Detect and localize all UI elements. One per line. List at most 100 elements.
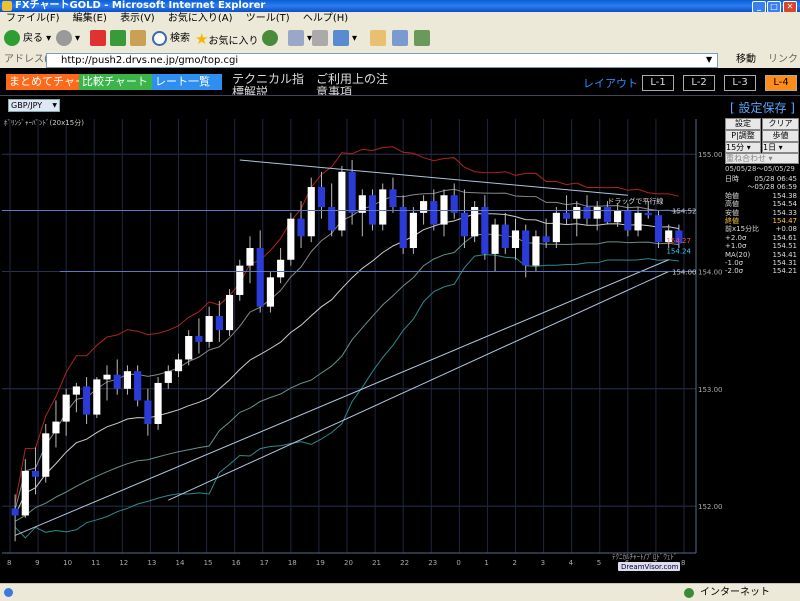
refresh-button[interactable]: [110, 30, 129, 48]
candle-body: [185, 336, 193, 360]
candle-body: [83, 386, 91, 415]
clear-button[interactable]: クリア: [762, 118, 799, 130]
candle-body: [72, 386, 80, 395]
search-button[interactable]: 検索: [152, 30, 190, 48]
refresh-icon: [110, 30, 126, 46]
candle-body: [573, 206, 581, 219]
candlestick-chart[interactable]: 155.00154.00153.00152.008 9 10 11 12 13 14 15 16…: [0, 115, 722, 571]
print-icon: [312, 30, 328, 46]
setting-button[interactable]: 設定: [725, 118, 761, 130]
address-bar: アドレス(D) http://push2.drvs.ne.jp/gmo/top.…: [0, 52, 800, 68]
indicator-label: ﾎﾞﾘﾝｼﾞｬｰﾊﾞﾝﾄﾞ(20x15分): [4, 118, 84, 127]
address-dropdown-icon[interactable]: ▼: [706, 52, 712, 68]
nav-matome-chart[interactable]: まとめてチャート: [6, 74, 80, 90]
candle-body: [644, 212, 652, 216]
range-select[interactable]: 1日 ▾: [762, 142, 799, 153]
history-icon: [262, 30, 278, 46]
candle-body: [501, 224, 509, 249]
candle-body: [379, 189, 387, 225]
forward-button[interactable]: ▾: [56, 30, 80, 48]
nav-hikaku-chart[interactable]: 比較チャート: [79, 74, 153, 90]
candle-body: [307, 187, 315, 237]
candle-body: [460, 212, 469, 237]
trendline-support: [14, 259, 669, 536]
currency-select[interactable]: GBP/JPY: [8, 99, 60, 112]
candle-body: [440, 195, 448, 225]
x-tick-label: 13: [147, 559, 156, 567]
candle-body: [399, 206, 407, 249]
nav-technical[interactable]: テクニカル指標解説: [232, 73, 308, 95]
messenger-button[interactable]: [392, 30, 411, 48]
links-button[interactable]: リンク: [768, 52, 798, 68]
edit-button[interactable]: ▾: [333, 30, 357, 48]
mail-button[interactable]: ▾: [288, 30, 312, 48]
toolbar: 戻る ▾ ▾ 検索 ★お気に入り ▾ ▾: [0, 26, 800, 53]
nav-rate-list[interactable]: レート一覧: [152, 74, 222, 90]
research-button[interactable]: [414, 30, 433, 48]
home-button[interactable]: [130, 30, 149, 48]
x-tick-label: 3: [541, 559, 545, 567]
x-tick-label: 0: [456, 559, 460, 567]
candle-body: [31, 470, 40, 477]
layout-l3-button[interactable]: L-3: [724, 75, 756, 91]
menu-file[interactable]: ファイル(F): [6, 13, 60, 24]
back-arrow-icon: [4, 30, 20, 46]
candle-body: [634, 212, 642, 231]
menu-tools[interactable]: ツール(T): [246, 13, 290, 24]
menu-view[interactable]: 表示(V): [120, 13, 155, 24]
menu-help[interactable]: ヘルプ(H): [303, 13, 348, 24]
research-icon: [414, 30, 430, 46]
x-tick-label: 19: [316, 559, 325, 567]
candle-body: [542, 236, 550, 243]
candle-body: [389, 189, 397, 207]
candle-body: [562, 212, 571, 219]
y-tick-label: 155.00: [698, 151, 722, 159]
tick-button[interactable]: 歩値: [762, 130, 799, 142]
stop-button[interactable]: [90, 30, 109, 48]
divider: [0, 95, 800, 96]
candle-body: [123, 371, 132, 389]
candle-body: [481, 206, 489, 254]
search-icon: [152, 30, 167, 46]
edit-icon: [333, 30, 349, 46]
candle-body: [174, 359, 183, 372]
history-button[interactable]: [262, 30, 281, 48]
candle-body: [420, 201, 428, 213]
ohlc-value: 154.21: [772, 267, 798, 276]
x-tick-label: 15: [204, 559, 213, 567]
pl-adjust-button[interactable]: P|調整: [725, 130, 761, 142]
go-button[interactable]: 移動: [736, 52, 756, 68]
title-bar: FXチャートGOLD - Microsoft Internet Explorer…: [0, 0, 800, 13]
overlay-select[interactable]: 重ね合わせ ▾: [725, 153, 799, 164]
candle-body: [205, 316, 213, 342]
ohlc-label: 高値: [725, 200, 739, 209]
candle-body: [21, 470, 29, 516]
menu-favorites[interactable]: お気に入り(A): [168, 13, 233, 24]
candle-body: [277, 259, 285, 278]
discuss-button[interactable]: [370, 30, 389, 48]
candle-body: [93, 379, 101, 415]
candle-body: [614, 210, 622, 223]
candle-body: [338, 171, 346, 231]
nav-riyou[interactable]: ご利用上の注意事項: [316, 73, 392, 95]
menu-edit[interactable]: 編集(E): [73, 13, 107, 24]
x-tick-label: 8: [7, 559, 11, 567]
print-button[interactable]: [312, 30, 331, 48]
layout-l4-button[interactable]: L-4: [765, 75, 797, 91]
x-tick-label: 5: [597, 559, 601, 567]
layout-l2-button[interactable]: L-2: [683, 75, 715, 91]
url-input[interactable]: http://push2.drvs.ne.jp/gmo/top.cgi: [46, 53, 718, 68]
candle-body: [246, 248, 254, 266]
candle-body: [409, 212, 417, 249]
candle-body: [256, 248, 264, 307]
x-tick-label: 8: [681, 559, 685, 567]
back-button[interactable]: 戻る ▾: [4, 30, 51, 48]
candle-body: [266, 277, 274, 307]
ohlc-label: +1.0σ: [725, 242, 747, 251]
favorites-button[interactable]: ★お気に入り: [195, 30, 258, 48]
layout-l1-button[interactable]: L-1: [642, 75, 674, 91]
candle-body: [134, 371, 142, 401]
timeframe-select[interactable]: 15分 ▾: [725, 142, 761, 153]
candle-body: [154, 382, 162, 424]
save-settings-button[interactable]: [ 設定保存 ]: [730, 99, 795, 116]
